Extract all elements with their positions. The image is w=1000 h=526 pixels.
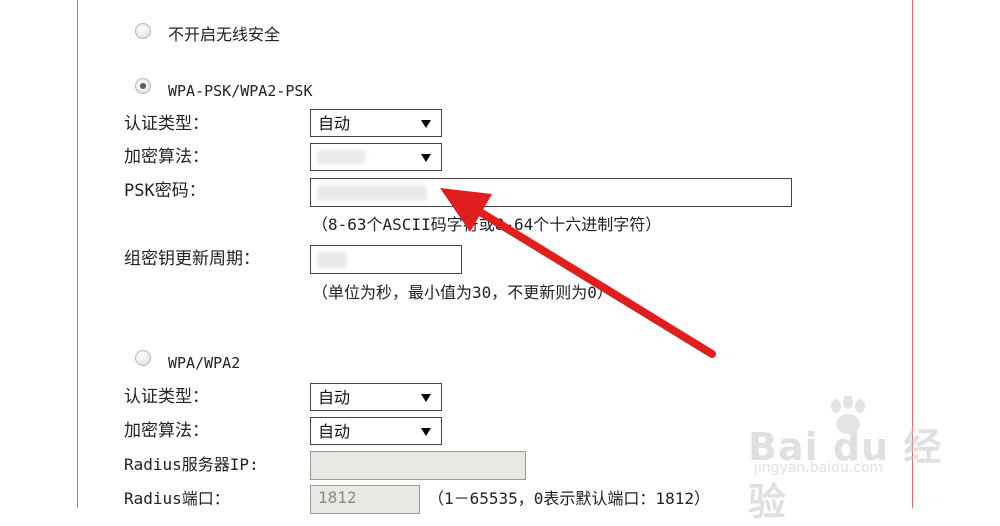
watermark-url-text: jingyan.baidu.com [754, 460, 884, 476]
baidu-jingyan-watermark: Bai du 经验 jingyan.baidu.com [748, 396, 948, 524]
